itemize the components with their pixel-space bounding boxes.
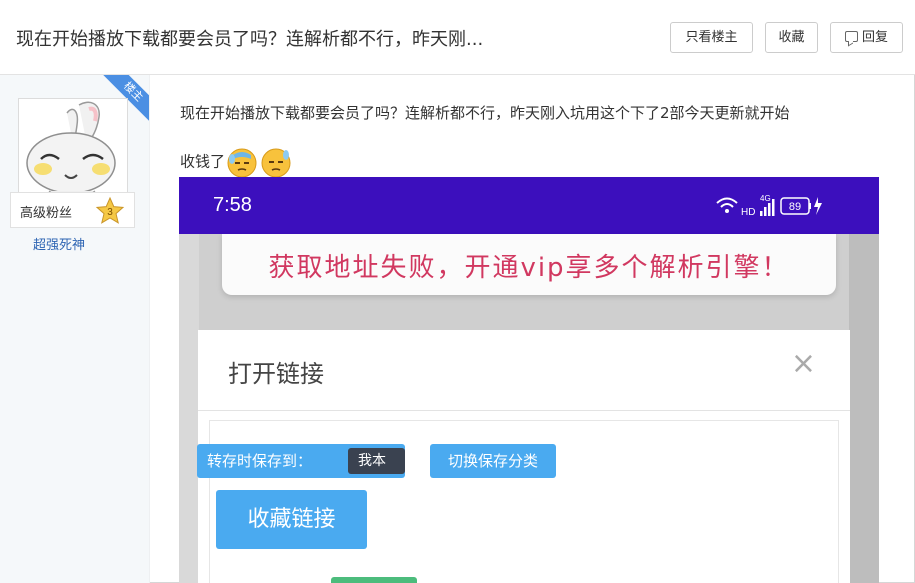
save-to-value: 我本初 bbox=[348, 448, 405, 495]
error-toast: 获取地址失败，开通vip享多个解析引擎！ bbox=[222, 234, 836, 295]
collect-link-button[interactable]: 收藏链接 bbox=[216, 490, 367, 549]
level-number: 3 bbox=[107, 207, 113, 218]
thread-header: 现在开始播放下载都要会员了吗？连解析都不行，昨天刚... 只看楼主 收藏 回复 bbox=[0, 0, 915, 75]
partial-button bbox=[331, 577, 417, 583]
thread-title[interactable]: 现在开始播放下载都要会员了吗？连解析都不行，昨天刚... bbox=[16, 25, 483, 51]
post-body-text: 收钱了 bbox=[180, 152, 226, 171]
star-icon: 3 bbox=[95, 196, 125, 224]
reply-icon bbox=[844, 31, 858, 42]
post-body-line-2: 收钱了 bbox=[180, 145, 293, 179]
level-badge[interactable]: 高级粉丝 3 bbox=[10, 192, 135, 228]
author-panel: 楼主 超强死神 bbox=[0, 75, 150, 583]
dialog-title: 打开链接 bbox=[228, 360, 324, 388]
charging-icon bbox=[814, 197, 822, 215]
blurred-edge-right bbox=[849, 234, 879, 583]
blurred-edge-left bbox=[179, 234, 199, 583]
favorite-button[interactable]: 收藏 bbox=[765, 22, 818, 53]
save-to-label: 转存时保存到： bbox=[207, 452, 313, 470]
post-image[interactable]: 7:58 HD 4G 89 获取地址失败，开通vip享多个解析引擎！ 打开链接 … bbox=[179, 177, 879, 583]
status-time: 7:58 bbox=[213, 194, 252, 216]
network-label: 4G bbox=[760, 194, 771, 203]
wifi-icon bbox=[716, 197, 738, 213]
sweat-face-icon bbox=[227, 148, 257, 178]
battery-level: 89 bbox=[789, 201, 801, 213]
reply-label: 回复 bbox=[861, 30, 888, 45]
status-icons: HD 4G 89 bbox=[716, 194, 822, 218]
hd-label: HD bbox=[741, 207, 755, 218]
reply-button[interactable]: 回复 bbox=[830, 22, 903, 53]
only-op-button[interactable]: 只看楼主 bbox=[670, 22, 753, 53]
close-icon[interactable]: × bbox=[791, 346, 816, 381]
post-body-line-1: 现在开始播放下载都要会员了吗？连解析都不行，昨天刚入坑用这个下了2部今天更新就开… bbox=[180, 104, 790, 122]
sweat-face-icon bbox=[261, 148, 291, 178]
dialog-divider bbox=[198, 410, 850, 411]
save-to-button[interactable]: 转存时保存到： 我本初 bbox=[197, 444, 405, 495]
rabbit-avatar-icon bbox=[19, 99, 127, 207]
phone-status-bar: 7:58 HD 4G 89 bbox=[179, 177, 879, 234]
toast-message: 获取地址失败，开通vip享多个解析引擎！ bbox=[268, 253, 790, 283]
level-title: 高级粉丝 bbox=[20, 206, 73, 221]
switch-category-button[interactable]: 切换保存分类 bbox=[430, 444, 556, 478]
author-name[interactable]: 超强死神 bbox=[0, 234, 118, 253]
